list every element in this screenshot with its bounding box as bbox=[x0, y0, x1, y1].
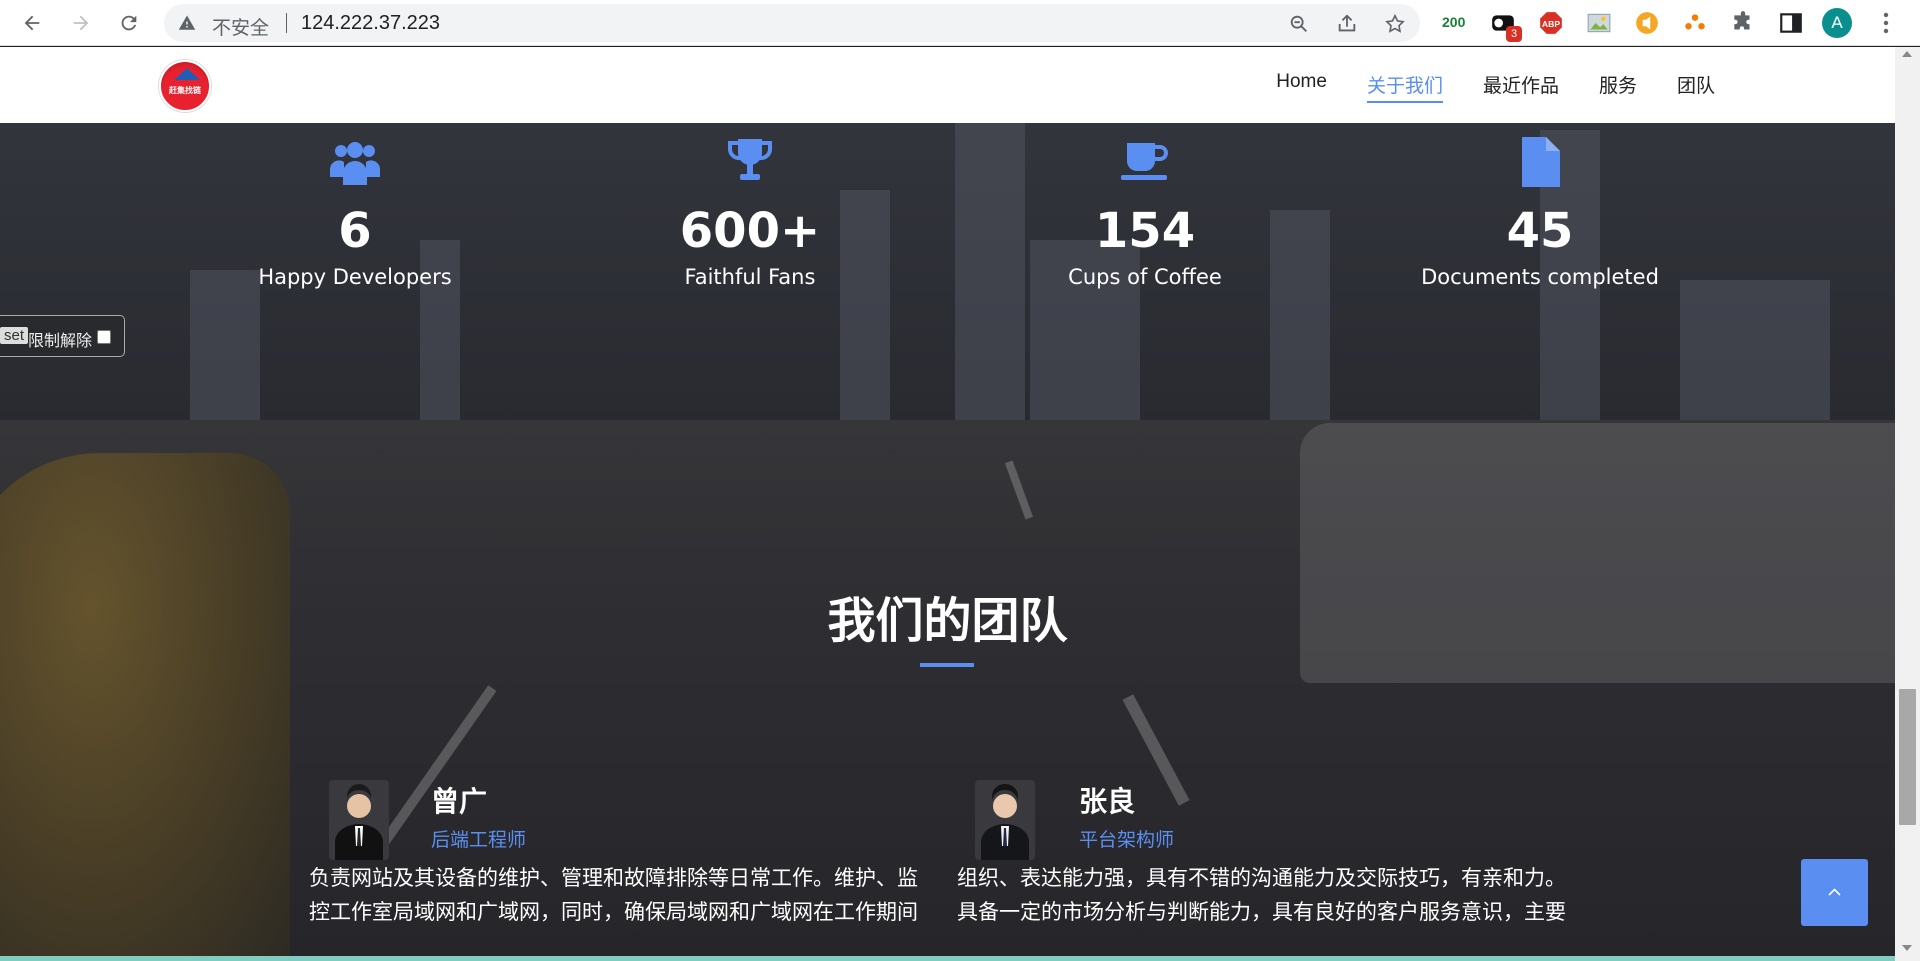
member-desc-line: 负责网站及其设备的维护、管理和故障排除等日常工作。维护、监 bbox=[309, 866, 918, 890]
skyline-building bbox=[1680, 280, 1830, 420]
stat-label: Happy Developers bbox=[258, 265, 452, 289]
scroll-down-arrow[interactable] bbox=[1902, 945, 1912, 951]
team-title: 我们的团队 bbox=[827, 593, 1068, 649]
document-icon bbox=[1522, 137, 1560, 187]
stats-section: 6 Happy Developers 600+ Faithful Fans 15… bbox=[0, 123, 1895, 420]
stat-documents: 45 Documents completed bbox=[1390, 137, 1690, 289]
title-underline bbox=[920, 663, 974, 667]
main-nav: Home 关于我们 最近作品 服务 团队 bbox=[1276, 71, 1715, 103]
scroll-up-arrow[interactable] bbox=[1902, 51, 1912, 57]
ext-badge: 3 bbox=[1506, 26, 1522, 42]
member-photo bbox=[975, 780, 1035, 860]
dots-ext-icon[interactable] bbox=[1682, 10, 1708, 36]
member-photo bbox=[329, 780, 389, 860]
arrow-right-icon bbox=[73, 15, 89, 31]
reset-tag[interactable]: set bbox=[0, 327, 29, 344]
image-ext-icon[interactable] bbox=[1586, 10, 1612, 36]
member-desc-line: 具备一定的市场分析与判断能力，具有良好的客户服务意识，主要 bbox=[957, 900, 1566, 924]
puzzle-icon[interactable] bbox=[1730, 10, 1756, 36]
site-logo[interactable]: 赶集找链 bbox=[159, 60, 211, 112]
insecure-label[interactable]: 不安全 bbox=[212, 13, 269, 40]
trophy-icon bbox=[727, 139, 773, 180]
arrow-left-icon bbox=[24, 15, 40, 31]
address-bar[interactable]: 不安全 124.222.37.223 bbox=[164, 4, 1420, 42]
member-desc-line: 组织、表达能力强，具有不错的沟通能力及交际技巧，有亲和力。 bbox=[957, 866, 1566, 890]
reload-icon bbox=[121, 15, 137, 31]
member-role: 平台架构师 bbox=[1079, 829, 1175, 851]
stat-label: Faithful Fans bbox=[684, 265, 816, 289]
member-desc-line: 控工作室局域网和广域网，同时，确保局域网和广域网在工作期间 bbox=[309, 900, 918, 924]
nav-services[interactable]: 服务 bbox=[1599, 71, 1637, 103]
back-button[interactable] bbox=[16, 7, 48, 39]
member-role: 后端工程师 bbox=[431, 829, 527, 851]
taxi-shape bbox=[0, 453, 290, 961]
ext-counter[interactable]: 200 bbox=[1442, 14, 1465, 30]
nav-home[interactable]: Home bbox=[1276, 71, 1327, 103]
stat-value: 45 bbox=[1506, 203, 1574, 259]
more-menu-icon[interactable] bbox=[1876, 10, 1896, 36]
coffee-icon bbox=[1121, 143, 1168, 180]
reload-button[interactable] bbox=[113, 7, 145, 39]
chevron-up-icon bbox=[1828, 888, 1841, 896]
member-name: 曾广 bbox=[431, 785, 488, 818]
zoom-icon[interactable] bbox=[1288, 13, 1310, 35]
stat-value: 600+ bbox=[679, 203, 821, 259]
share-icon[interactable] bbox=[1336, 13, 1358, 35]
reset-label: 限制解除 bbox=[28, 331, 93, 350]
stat-label: Cups of Coffee bbox=[1068, 265, 1222, 289]
forward-button[interactable] bbox=[65, 7, 97, 39]
person-avatar-icon bbox=[975, 780, 1035, 860]
restriction-toggle-widget[interactable]: set 限制解除 bbox=[0, 315, 125, 357]
logo-text: 赶集找链 bbox=[169, 86, 201, 95]
site-header: 赶集找链 Home 关于我们 最近作品 服务 团队 bbox=[0, 47, 1895, 123]
nav-works[interactable]: 最近作品 bbox=[1483, 71, 1559, 103]
reset-checkbox[interactable] bbox=[97, 330, 111, 344]
nav-about[interactable]: 关于我们 bbox=[1366, 71, 1443, 103]
page-content: 6 Happy Developers 600+ Faithful Fans 15… bbox=[0, 123, 1895, 961]
stat-value: 154 bbox=[1094, 203, 1196, 259]
scroll-thumb[interactable] bbox=[1899, 689, 1916, 825]
logo-house-icon bbox=[174, 68, 200, 80]
profile-avatar[interactable]: A bbox=[1822, 8, 1852, 38]
skyline-building bbox=[190, 270, 260, 420]
nav-team[interactable]: 团队 bbox=[1677, 71, 1715, 103]
browser-toolbar: 不安全 124.222.37.223 200 3 ABP A bbox=[0, 0, 1920, 46]
road-marking bbox=[1004, 460, 1034, 520]
url-text[interactable]: 124.222.37.223 bbox=[301, 12, 440, 35]
side-panel-icon[interactable] bbox=[1778, 10, 1804, 36]
users-icon bbox=[330, 142, 380, 185]
star-icon[interactable] bbox=[1384, 13, 1406, 35]
page-scrollbar[interactable] bbox=[1895, 47, 1920, 961]
svg-text:ABP: ABP bbox=[1542, 19, 1561, 29]
stat-developers: 6 Happy Developers bbox=[205, 137, 505, 289]
member-name: 张良 bbox=[1079, 785, 1136, 818]
person-avatar-icon bbox=[329, 780, 389, 860]
adblock-icon[interactable]: ABP bbox=[1538, 10, 1564, 36]
audio-ext-icon[interactable] bbox=[1634, 10, 1660, 36]
warning-icon bbox=[178, 15, 196, 30]
bottom-strip bbox=[0, 956, 1895, 961]
stat-coffee: 154 Cups of Coffee bbox=[995, 137, 1295, 289]
stat-value: 6 bbox=[338, 203, 372, 259]
back-to-top-button[interactable] bbox=[1801, 859, 1868, 926]
separator bbox=[286, 13, 287, 33]
stat-fans: 600+ Faithful Fans bbox=[600, 137, 900, 289]
stat-label: Documents completed bbox=[1421, 265, 1659, 289]
